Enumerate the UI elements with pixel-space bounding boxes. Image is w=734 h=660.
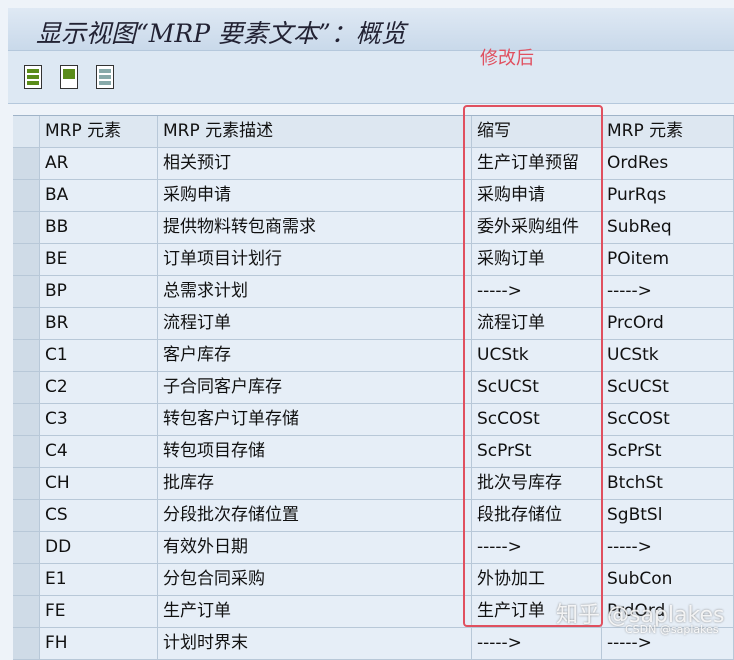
table-row: CH 批库存 批次号库存 BtchSt bbox=[13, 468, 734, 500]
mrp-element-cell: E1 bbox=[40, 564, 158, 595]
description-cell: 生产订单 bbox=[158, 596, 472, 627]
mrp-element-2-cell[interactable]: SgBtSl bbox=[602, 500, 734, 531]
row-selector[interactable] bbox=[13, 148, 40, 179]
table-row: BB 提供物料转包商需求 委外采购组件 SubReq bbox=[13, 212, 734, 244]
description-cell: 转包项目存储 bbox=[158, 436, 472, 467]
description-cell: 采购申请 bbox=[158, 180, 472, 211]
mrp-element-cell: BR bbox=[40, 308, 158, 339]
mrp-element-cell: CS bbox=[40, 500, 158, 531]
table-row: C4 转包项目存储 ScPrSt ScPrSt bbox=[13, 436, 734, 468]
description-cell: 客户库存 bbox=[158, 340, 472, 371]
mrp-element-cell: FH bbox=[40, 628, 158, 659]
mrp-element-cell: C2 bbox=[40, 372, 158, 403]
annotation-label: 修改后 bbox=[480, 48, 534, 69]
mrp-element-2-cell[interactable]: ScUCSt bbox=[602, 372, 734, 403]
description-cell: 转包客户订单存储 bbox=[158, 404, 472, 435]
mrp-element-2-cell[interactable]: SubCon bbox=[602, 564, 734, 595]
deselect-all-icon[interactable] bbox=[96, 65, 114, 89]
table-row: BA 采购申请 采购申请 PurRqs bbox=[13, 180, 734, 212]
description-cell: 子合同客户库存 bbox=[158, 372, 472, 403]
mrp-element-2-cell[interactable]: BtchSt bbox=[602, 468, 734, 499]
mrp-element-cell: C3 bbox=[40, 404, 158, 435]
abbreviation-cell[interactable]: -----> bbox=[472, 628, 602, 659]
row-selector[interactable] bbox=[13, 308, 40, 339]
mrp-element-2-cell[interactable]: PurRqs bbox=[602, 180, 734, 211]
table-row: AR 相关预订 生产订单预留 OrdRes bbox=[13, 148, 734, 180]
description-cell: 分段批次存储位置 bbox=[158, 500, 472, 531]
col-header-mrp-element-2[interactable]: MRP 元素 bbox=[602, 116, 734, 147]
mrp-element-cell: DD bbox=[40, 532, 158, 563]
mrp-element-cell: BP bbox=[40, 276, 158, 307]
select-block-icon[interactable] bbox=[60, 65, 78, 89]
mrp-element-2-cell[interactable]: ScCOSt bbox=[602, 404, 734, 435]
highlight-box bbox=[463, 105, 603, 627]
table-row: E1 分包合同采购 外协加工 SubCon bbox=[13, 564, 734, 596]
row-selector[interactable] bbox=[13, 532, 40, 563]
select-all-icon[interactable] bbox=[24, 65, 42, 89]
mrp-element-cell: BA bbox=[40, 180, 158, 211]
row-selector[interactable] bbox=[13, 436, 40, 467]
col-header-mrp-element[interactable]: MRP 元素 bbox=[40, 116, 158, 147]
description-cell: 流程订单 bbox=[158, 308, 472, 339]
mrp-element-cell: FE bbox=[40, 596, 158, 627]
table-row: BP 总需求计划 -----> -----> bbox=[13, 276, 734, 308]
col-header-description[interactable]: MRP 元素描述 bbox=[158, 116, 472, 147]
description-cell: 批库存 bbox=[158, 468, 472, 499]
mrp-element-cell: BB bbox=[40, 212, 158, 243]
row-selector[interactable] bbox=[13, 564, 40, 595]
description-cell: 有效外日期 bbox=[158, 532, 472, 563]
select-all-cell[interactable] bbox=[13, 116, 40, 147]
mrp-element-table: MRP 元素 MRP 元素描述 缩写 MRP 元素 AR 相关预订 生产订单预留 Or… bbox=[13, 115, 734, 660]
mrp-element-2-cell[interactable]: -----> bbox=[602, 276, 734, 307]
row-selector[interactable] bbox=[13, 500, 40, 531]
table-row: C2 子合同客户库存 ScUCSt ScUCSt bbox=[13, 372, 734, 404]
mrp-element-2-cell[interactable]: OrdRes bbox=[602, 148, 734, 179]
table-row: BR 流程订单 流程订单 PrcOrd bbox=[13, 308, 734, 340]
description-cell: 提供物料转包商需求 bbox=[158, 212, 472, 243]
mrp-element-cell: C4 bbox=[40, 436, 158, 467]
mrp-element-2-cell[interactable]: SubReq bbox=[602, 212, 734, 243]
table-row: C1 客户库存 UCStk UCStk bbox=[13, 340, 734, 372]
watermark-csdn: CSDN @saplakes bbox=[625, 623, 719, 636]
table-header: MRP 元素 MRP 元素描述 缩写 MRP 元素 bbox=[13, 116, 734, 148]
mrp-element-cell: CH bbox=[40, 468, 158, 499]
mrp-element-2-cell[interactable]: PrcOrd bbox=[602, 308, 734, 339]
mrp-element-cell: AR bbox=[40, 148, 158, 179]
row-selector[interactable] bbox=[13, 596, 40, 627]
table-row: DD 有效外日期 -----> -----> bbox=[13, 532, 734, 564]
title-bar: 显示视图“MRP 要素文本”：概览 bbox=[8, 8, 734, 51]
table-row: C3 转包客户订单存储 ScCOSt ScCOSt bbox=[13, 404, 734, 436]
row-selector[interactable] bbox=[13, 372, 40, 403]
description-cell: 总需求计划 bbox=[158, 276, 472, 307]
mrp-element-2-cell[interactable]: ScPrSt bbox=[602, 436, 734, 467]
row-selector[interactable] bbox=[13, 276, 40, 307]
table-row: CS 分段批次存储位置 段批存储位 SgBtSl bbox=[13, 500, 734, 532]
mrp-element-2-cell[interactable]: UCStk bbox=[602, 340, 734, 371]
row-selector[interactable] bbox=[13, 404, 40, 435]
table-row: BE 订单项目计划行 采购订单 POitem bbox=[13, 244, 734, 276]
description-cell: 分包合同采购 bbox=[158, 564, 472, 595]
mrp-element-2-cell[interactable]: POitem bbox=[602, 244, 734, 275]
description-cell: 相关预订 bbox=[158, 148, 472, 179]
toolbar bbox=[8, 51, 734, 104]
row-selector[interactable] bbox=[13, 340, 40, 371]
row-selector[interactable] bbox=[13, 244, 40, 275]
mrp-element-cell: C1 bbox=[40, 340, 158, 371]
row-selector[interactable] bbox=[13, 180, 40, 211]
description-cell: 计划时界末 bbox=[158, 628, 472, 659]
row-selector[interactable] bbox=[13, 628, 40, 659]
mrp-element-2-cell[interactable]: -----> bbox=[602, 532, 734, 563]
page-title: 显示视图“MRP 要素文本”：概览 bbox=[36, 19, 406, 48]
description-cell: 订单项目计划行 bbox=[158, 244, 472, 275]
mrp-element-cell: BE bbox=[40, 244, 158, 275]
row-selector[interactable] bbox=[13, 212, 40, 243]
row-selector[interactable] bbox=[13, 468, 40, 499]
